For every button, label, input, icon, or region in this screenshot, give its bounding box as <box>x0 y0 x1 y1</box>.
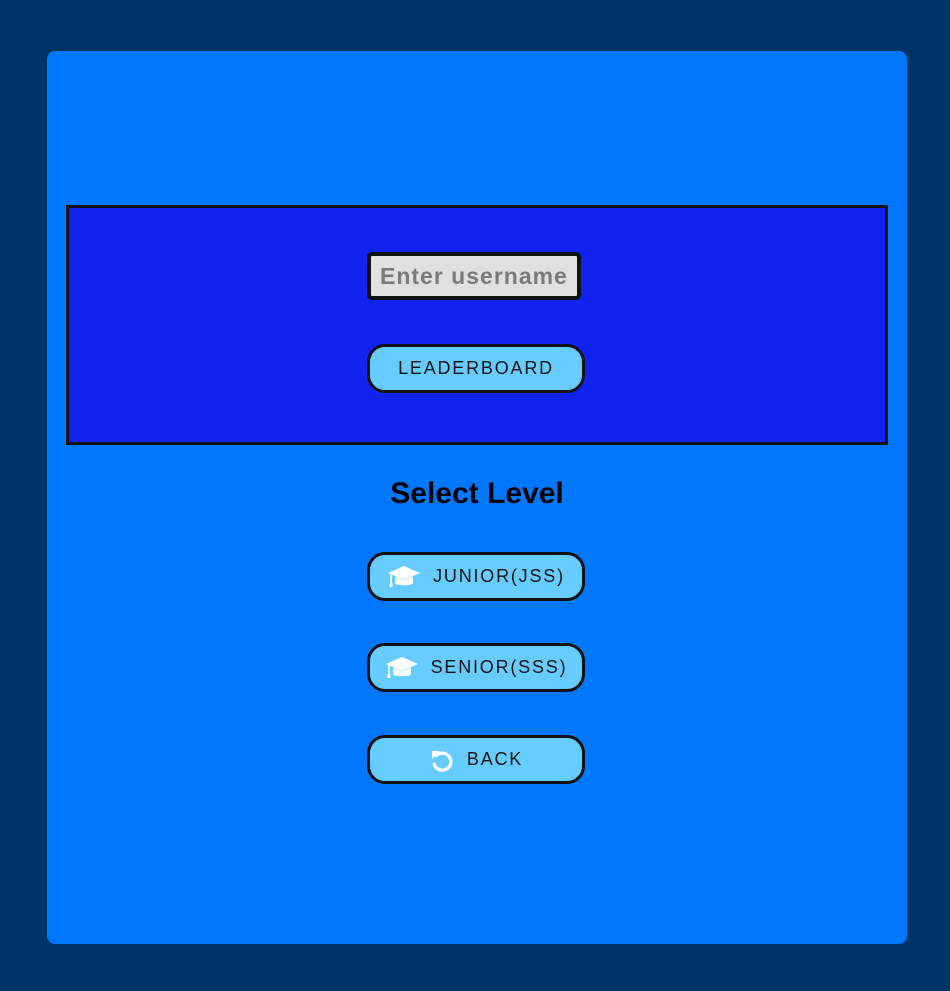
main-card: LEADERBOARD Select Level JUNIOR(JSS) <box>47 51 907 944</box>
user-panel: LEADERBOARD <box>66 205 888 445</box>
username-input[interactable] <box>367 252 581 300</box>
page: LEADERBOARD Select Level JUNIOR(JSS) <box>0 0 950 991</box>
graduation-cap-icon <box>387 564 421 590</box>
back-button[interactable]: BACK <box>367 735 585 784</box>
junior-level-button-label: JUNIOR(JSS) <box>433 566 565 586</box>
undo-icon <box>429 747 455 773</box>
leaderboard-button-label: LEADERBOARD <box>398 358 554 378</box>
leaderboard-button[interactable]: LEADERBOARD <box>367 344 585 393</box>
junior-level-button[interactable]: JUNIOR(JSS) <box>367 552 585 601</box>
back-button-label: BACK <box>466 749 524 769</box>
select-level-heading: Select Level <box>390 477 564 510</box>
graduation-cap-icon <box>385 655 419 681</box>
senior-level-button-label: SENIOR(SSS) <box>430 657 568 677</box>
senior-level-button[interactable]: SENIOR(SSS) <box>367 643 585 692</box>
